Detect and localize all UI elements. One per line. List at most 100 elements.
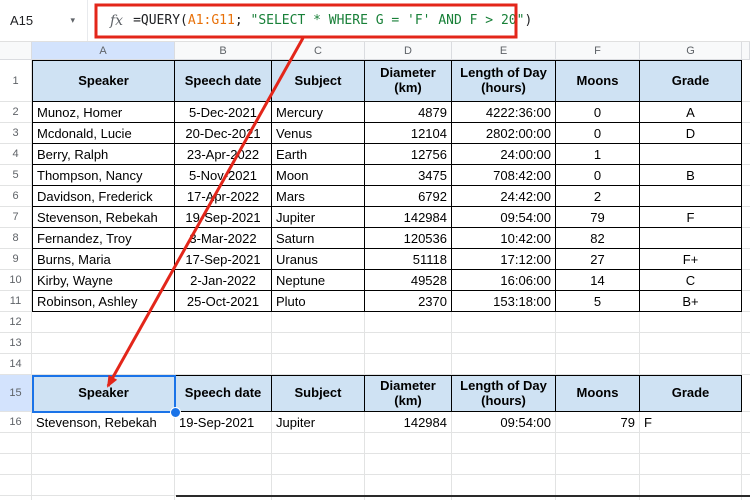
cell[interactable]: 17:12:00 <box>452 249 556 270</box>
cell[interactable] <box>365 454 452 475</box>
cell[interactable]: Davidson, Frederick <box>32 186 175 207</box>
cell[interactable] <box>175 433 272 454</box>
cell[interactable] <box>272 454 365 475</box>
cell[interactable]: 82 <box>556 228 640 249</box>
cell[interactable]: Kirby, Wayne <box>32 270 175 291</box>
cell[interactable]: 23-Apr-2022 <box>175 144 272 165</box>
cell[interactable] <box>556 433 640 454</box>
cell[interactable] <box>272 312 365 333</box>
cell[interactable]: B+ <box>640 291 742 312</box>
row-header-4[interactable]: 4 <box>0 144 32 165</box>
cell[interactable] <box>175 354 272 375</box>
cell[interactable]: 3475 <box>365 165 452 186</box>
cell[interactable]: Pluto <box>272 291 365 312</box>
cell[interactable] <box>640 312 742 333</box>
cell[interactable]: 10:42:00 <box>452 228 556 249</box>
cell[interactable] <box>640 433 742 454</box>
cell[interactable]: Thompson, Nancy <box>32 165 175 186</box>
cell[interactable] <box>365 333 452 354</box>
column-header-c[interactable]: C <box>272 42 365 60</box>
header-cell[interactable]: Grade <box>640 375 742 412</box>
cell[interactable] <box>742 354 750 375</box>
cell[interactable]: Stevenson, Rebekah <box>32 412 175 433</box>
row-header-19[interactable] <box>0 475 32 496</box>
cell[interactable]: Jupiter <box>272 412 365 433</box>
header-cell[interactable]: Speech date <box>175 375 272 412</box>
cell[interactable]: 09:54:00 <box>452 207 556 228</box>
cell[interactable] <box>556 333 640 354</box>
cell[interactable] <box>175 475 272 496</box>
cell[interactable]: 2370 <box>365 291 452 312</box>
cell[interactable] <box>742 433 750 454</box>
cell[interactable] <box>556 475 640 496</box>
cell[interactable]: 16:06:00 <box>452 270 556 291</box>
cell[interactable]: Berry, Ralph <box>32 144 175 165</box>
cell[interactable] <box>640 333 742 354</box>
row-header-10[interactable]: 10 <box>0 270 32 291</box>
cell[interactable] <box>452 312 556 333</box>
cell[interactable] <box>556 312 640 333</box>
cell[interactable]: Neptune <box>272 270 365 291</box>
cell[interactable]: 142984 <box>365 412 452 433</box>
cell[interactable]: Munoz, Homer <box>32 102 175 123</box>
cell[interactable] <box>742 291 750 312</box>
cell[interactable] <box>32 496 175 500</box>
cell[interactable] <box>175 312 272 333</box>
corner-box[interactable] <box>0 42 32 60</box>
cell[interactable] <box>556 354 640 375</box>
cell[interactable] <box>742 270 750 291</box>
cell[interactable] <box>175 454 272 475</box>
fill-handle[interactable] <box>170 407 181 418</box>
row-header-16[interactable]: 16 <box>0 412 32 433</box>
row-header-8[interactable]: 8 <box>0 228 32 249</box>
column-header-a[interactable]: A <box>32 42 175 60</box>
cell[interactable] <box>365 312 452 333</box>
cell[interactable]: 4879 <box>365 102 452 123</box>
cell[interactable] <box>452 354 556 375</box>
header-cell[interactable]: Subject <box>272 60 365 102</box>
cell[interactable]: 142984 <box>365 207 452 228</box>
cell[interactable]: Earth <box>272 144 365 165</box>
cell[interactable]: 153:18:00 <box>452 291 556 312</box>
row-header-15[interactable]: 15 <box>0 375 32 412</box>
cell[interactable] <box>365 475 452 496</box>
cell[interactable]: Moon <box>272 165 365 186</box>
cell[interactable]: D <box>640 123 742 144</box>
cell[interactable]: 49528 <box>365 270 452 291</box>
cell[interactable]: 0 <box>556 123 640 144</box>
cell[interactable]: 0 <box>556 102 640 123</box>
header-cell[interactable]: Diameter (km) <box>365 60 452 102</box>
column-header-d[interactable]: D <box>365 42 452 60</box>
cell[interactable]: A <box>640 102 742 123</box>
header-cell[interactable]: Speech date <box>175 60 272 102</box>
cell[interactable] <box>742 207 750 228</box>
cell[interactable]: 5-Dec-2021 <box>175 102 272 123</box>
cell[interactable]: 14 <box>556 270 640 291</box>
row-header-14[interactable]: 14 <box>0 354 32 375</box>
cell[interactable] <box>640 228 742 249</box>
cell[interactable]: 5 <box>556 291 640 312</box>
header-cell[interactable]: Speaker <box>32 60 175 102</box>
cell[interactable]: Venus <box>272 123 365 144</box>
cell[interactable] <box>32 333 175 354</box>
header-cell[interactable]: Grade <box>640 60 742 102</box>
cell[interactable] <box>365 433 452 454</box>
cell[interactable]: Jupiter <box>272 207 365 228</box>
cell[interactable] <box>452 433 556 454</box>
row-header-3[interactable]: 3 <box>0 123 32 144</box>
cell[interactable]: 708:42:00 <box>452 165 556 186</box>
cell[interactable]: 2802:00:00 <box>452 123 556 144</box>
cell[interactable]: 2 <box>556 186 640 207</box>
cell[interactable] <box>640 144 742 165</box>
cell[interactable] <box>742 375 750 412</box>
cell[interactable]: 12104 <box>365 123 452 144</box>
column-header-g[interactable]: G <box>640 42 742 60</box>
row-header-11[interactable]: 11 <box>0 291 32 312</box>
cell[interactable]: 19-Sep-2021 <box>175 207 272 228</box>
name-box[interactable]: A15 ▾ <box>0 0 88 41</box>
cell[interactable]: 1 <box>556 144 640 165</box>
cell[interactable] <box>640 186 742 207</box>
cell[interactable]: Burns, Maria <box>32 249 175 270</box>
cell[interactable] <box>742 165 750 186</box>
cell[interactable] <box>742 475 750 496</box>
